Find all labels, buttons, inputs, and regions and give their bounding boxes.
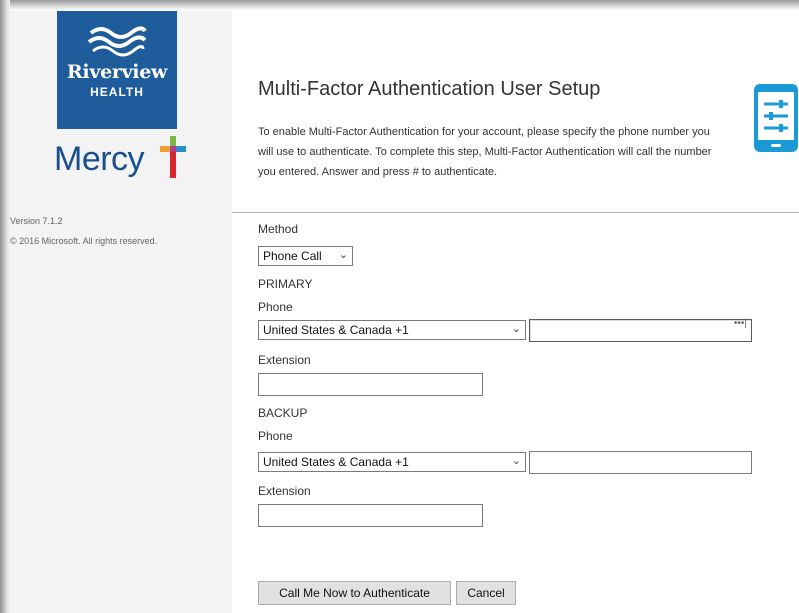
- backup-extension-label: Extension: [258, 484, 311, 498]
- page-title: Multi-Factor Authentication User Setup: [258, 78, 601, 100]
- riverview-logo-name: Riverview: [66, 61, 168, 83]
- primary-country-select[interactable]: United States & Canada +1 ⌄: [258, 320, 526, 340]
- chevron-down-icon: ⌄: [511, 323, 521, 335]
- wave-logo-icon: [87, 26, 147, 57]
- primary-extension-label: Extension: [258, 353, 311, 367]
- riverview-health-logo: Riverview HEALTH: [57, 11, 177, 129]
- primary-phone-label: Phone: [258, 300, 293, 314]
- mercy-cross-icon: [160, 136, 186, 178]
- copyright-text: © 2016 Microsoft. All rights reserved.: [10, 236, 158, 246]
- backup-heading: BACKUP: [258, 406, 308, 420]
- backup-phone-label: Phone: [258, 429, 293, 443]
- call-me-now-button[interactable]: Call Me Now to Authenticate: [258, 581, 451, 605]
- chevron-down-icon: ⌄: [511, 455, 521, 467]
- backup-phone-input[interactable]: [529, 451, 752, 474]
- section-divider: [232, 212, 799, 213]
- primary-country-value: United States & Canada +1: [263, 323, 409, 337]
- method-select-value: Phone Call: [263, 249, 322, 263]
- primary-heading: PRIMARY: [258, 277, 313, 291]
- intro-text: To enable Multi-Factor Authentication fo…: [258, 126, 712, 178]
- sidebar: Riverview HEALTH Mercy Version 7.1.2 © 2…: [10, 11, 232, 613]
- cancel-button[interactable]: Cancel: [456, 581, 516, 605]
- window-shadow-top: [0, 0, 799, 11]
- backup-country-select[interactable]: United States & Canada +1 ⌄: [258, 452, 526, 472]
- primary-phone-input[interactable]: •••|: [529, 318, 752, 342]
- mercy-logo-name: Mercy: [54, 140, 145, 178]
- mercy-logo: Mercy: [54, 136, 204, 188]
- primary-extension-input[interactable]: [258, 373, 483, 396]
- chevron-down-icon: ⌄: [338, 249, 348, 261]
- mobile-settings-icon: [754, 84, 798, 152]
- version-text: Version 7.1.2: [10, 216, 63, 226]
- method-label: Method: [258, 222, 299, 236]
- backup-country-value: United States & Canada +1: [263, 455, 409, 469]
- autofill-dots-icon: •••|: [733, 318, 747, 329]
- window-shadow-left: [0, 0, 10, 613]
- method-select[interactable]: Phone Call ⌄: [258, 246, 353, 266]
- riverview-logo-sub: HEALTH: [90, 85, 144, 99]
- backup-extension-input[interactable]: [258, 504, 483, 527]
